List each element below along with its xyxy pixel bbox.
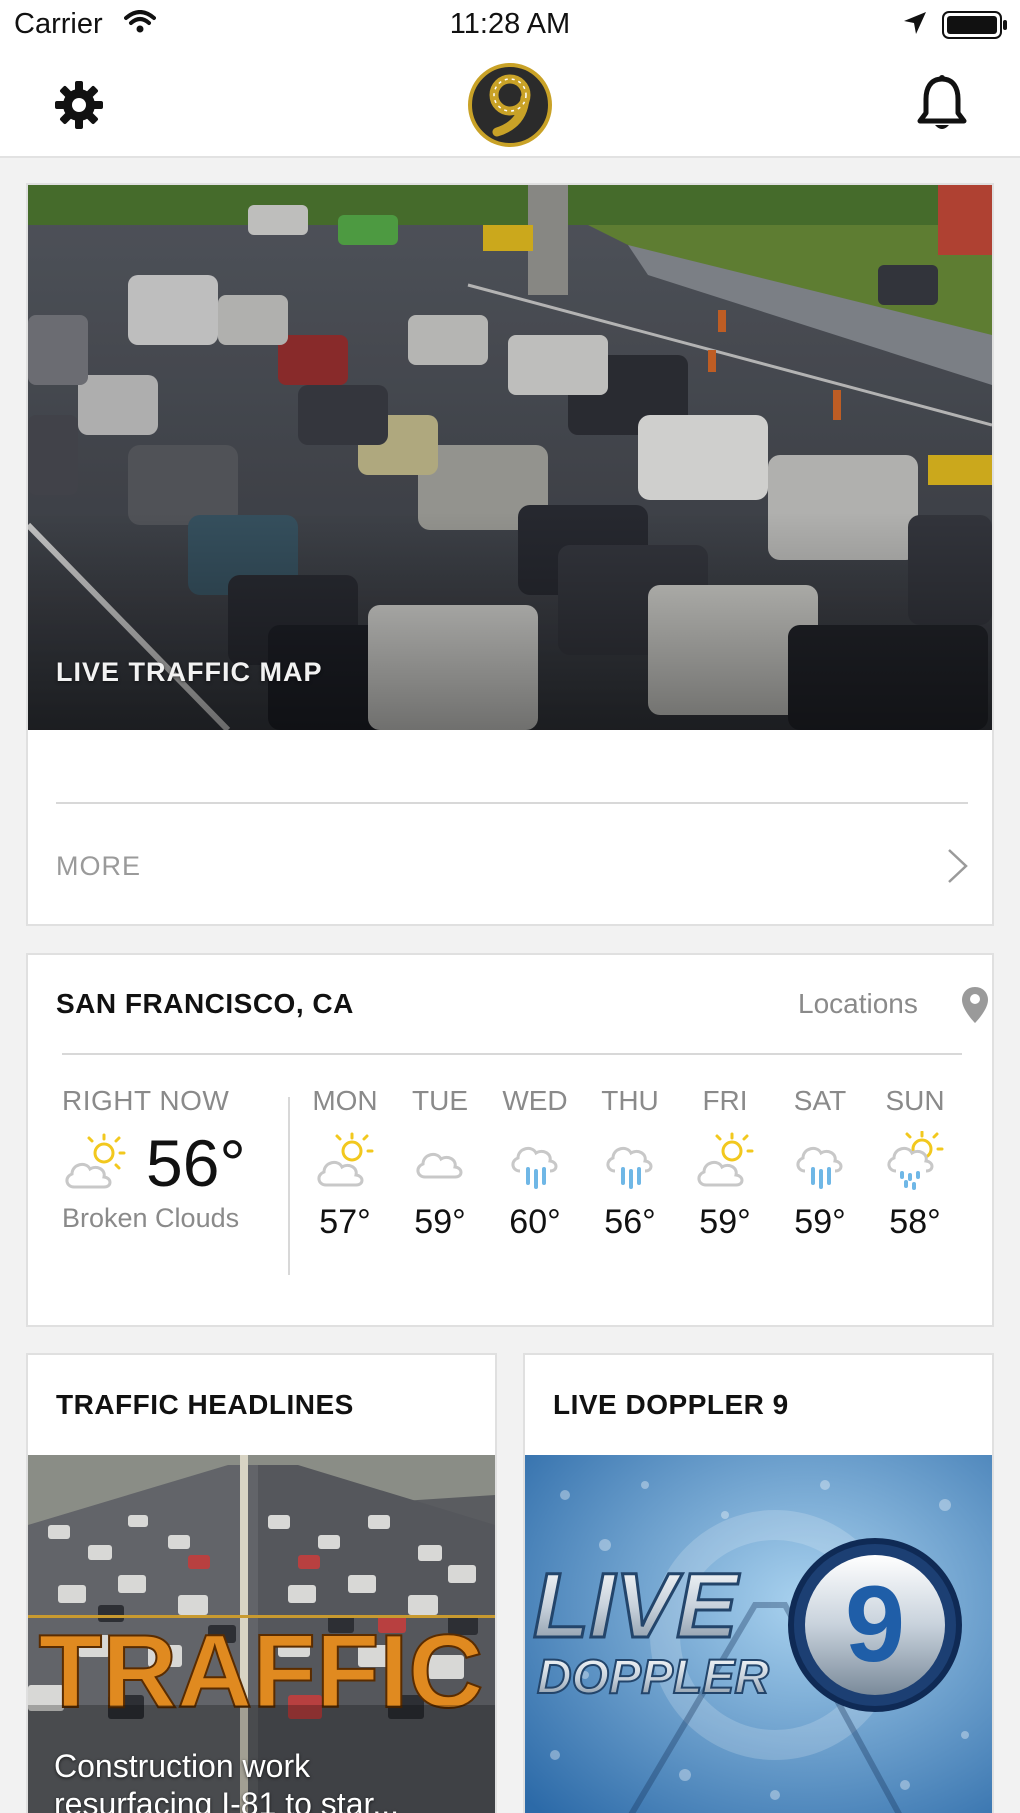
notifications-button[interactable]	[912, 72, 972, 136]
locations-button[interactable]: Locations	[770, 977, 990, 1033]
forecast-temperature: 60°	[509, 1203, 561, 1241]
forecast-temperature: 59°	[414, 1203, 466, 1241]
forecast-day-sat[interactable]: SAT 59°	[775, 1085, 865, 1255]
forecast-day-name: TUE	[412, 1085, 468, 1116]
settings-button[interactable]	[50, 76, 108, 134]
weather-city: SAN FRANCISCO, CA	[56, 988, 354, 1019]
map-pin-icon	[962, 987, 988, 1023]
forecast-day-name: MON	[312, 1085, 378, 1116]
nav-bar	[0, 52, 1020, 158]
forecast-day-name: SUN	[885, 1085, 945, 1116]
rain-icon	[796, 1146, 843, 1189]
doppler-badge-nine: 9	[845, 1563, 905, 1684]
traffic-headline-image[interactable]: TRAFFIC Construction work resurfacing I-…	[28, 1455, 495, 1813]
battery-icon	[942, 11, 1008, 44]
forecast-day-sun[interactable]: SUN 58°	[870, 1085, 960, 1255]
partly-sunny-icon	[317, 1132, 374, 1187]
partly-sunny-icon	[65, 1133, 126, 1189]
more-link[interactable]: MORE	[28, 805, 992, 924]
right-now-label: RIGHT NOW	[62, 1085, 230, 1116]
doppler-image[interactable]: LIVE DOPPLER 9	[525, 1455, 992, 1813]
traffic-map-label: LIVE TRAFFIC MAP	[56, 657, 323, 687]
chevron-right-icon	[948, 849, 968, 883]
doppler-text: DOPPLER	[537, 1651, 769, 1704]
locations-label: Locations	[798, 988, 918, 1019]
forecast-day-name: SAT	[793, 1085, 847, 1116]
live-doppler-card[interactable]: LIVE DOPPLER 9 LIVE DOPPLER 9	[523, 1353, 994, 1813]
forecast-day-thu[interactable]: THU 56°	[585, 1085, 675, 1255]
bell-icon	[917, 75, 967, 129]
forecast-day-name: THU	[601, 1085, 659, 1116]
forecast-day-fri[interactable]: FRI 59°	[680, 1085, 770, 1255]
status-time: 11:28 AM	[449, 8, 571, 40]
forecast-day-mon[interactable]: MON 57°	[300, 1085, 390, 1255]
traffic-map-card: LIVE TRAFFIC MAP MORE	[26, 183, 994, 926]
current-temperature: 56°	[146, 1126, 246, 1200]
weather-card: SAN FRANCISCO, CA Locations RIGHT NOW 56…	[26, 953, 994, 1327]
rain-icon	[511, 1146, 558, 1189]
forecast-temperature: 57°	[319, 1203, 371, 1241]
rain-icon	[606, 1146, 653, 1189]
more-label: MORE	[56, 851, 141, 881]
divider	[62, 1053, 962, 1055]
forecast-day-name: FRI	[702, 1085, 748, 1116]
status-bar: Carrier 11:28 AM	[0, 0, 1020, 52]
gear-icon	[55, 81, 103, 129]
cloud-icon	[416, 1152, 463, 1179]
divider	[56, 802, 968, 804]
channel-9-logo[interactable]	[467, 62, 553, 148]
headline-caption: Construction work resurfacing I-81 to st…	[54, 1748, 400, 1813]
traffic-headlines-card[interactable]: TRAFFIC HEADLINES TRAFFIC Construction w…	[26, 1353, 497, 1813]
partly-sunny-icon	[697, 1132, 754, 1187]
forecast-temperature: 59°	[699, 1203, 751, 1241]
live-text: LIVE	[533, 1555, 740, 1657]
forecast-day-tue[interactable]: TUE 59°	[395, 1085, 485, 1255]
card-title: LIVE DOPPLER 9	[553, 1389, 789, 1420]
forecast-temperature: 59°	[794, 1203, 846, 1241]
traffic-map-image[interactable]: LIVE TRAFFIC MAP	[28, 185, 992, 730]
forecast-temperature: 56°	[604, 1203, 656, 1241]
forecast-day-wed[interactable]: WED 60°	[490, 1085, 580, 1255]
current-weather[interactable]: RIGHT NOW 56° Broken Clouds	[62, 1085, 272, 1245]
divider	[288, 1097, 290, 1275]
forecast-temperature: 58°	[889, 1203, 941, 1241]
location-arrow-icon	[902, 10, 928, 41]
forecast-day-name: WED	[502, 1085, 568, 1116]
card-title: TRAFFIC HEADLINES	[56, 1389, 354, 1420]
current-condition: Broken Clouds	[62, 1203, 240, 1233]
sun-showers-icon	[887, 1131, 944, 1190]
